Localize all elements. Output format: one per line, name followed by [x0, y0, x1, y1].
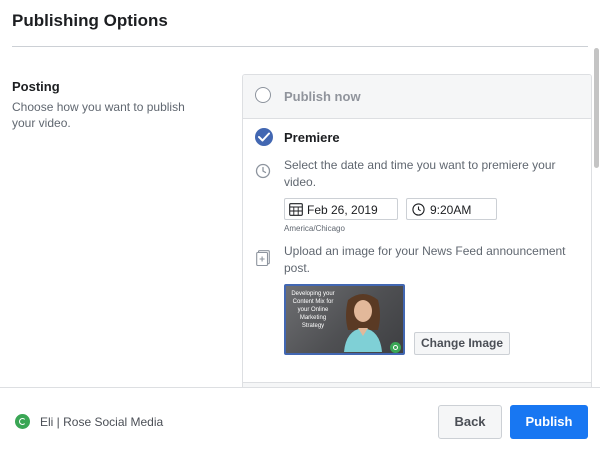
dialog-title: Publishing Options: [12, 11, 168, 30]
timezone-label: America/Chicago: [284, 224, 345, 233]
premiere-label: Premiere: [284, 130, 340, 145]
publish-now-radio[interactable]: [255, 87, 271, 103]
page-name: Eli | Rose Social Media: [40, 415, 164, 429]
person-photo: [338, 292, 388, 353]
upload-description: Upload an image for your News Feed annou…: [284, 244, 566, 275]
date-description: Select the date and time you want to pre…: [284, 158, 556, 189]
back-button[interactable]: Back: [438, 405, 502, 439]
date-picker[interactable]: Feb 26, 2019: [284, 198, 398, 220]
title-divider: [12, 46, 588, 47]
check-icon[interactable]: [255, 128, 273, 146]
option-publish-now[interactable]: Publish now: [243, 75, 591, 119]
posting-description: Choose how you want to publish your vide…: [12, 100, 185, 130]
upload-image-icon: [256, 250, 270, 271]
publishing-options-panel: Publish now Premiere Select the date and…: [242, 74, 592, 416]
time-clock-icon: [412, 203, 425, 221]
calendar-icon: [289, 203, 303, 221]
thumbnail-text: Developing your Content Mix for your Onl…: [291, 291, 335, 329]
scrollbar[interactable]: [594, 48, 599, 168]
dialog-footer: Eli | Rose Social Media Back Publish: [0, 387, 600, 449]
posting-label: Posting: [12, 79, 60, 94]
publish-now-label: Publish now: [284, 89, 361, 104]
change-image-button[interactable]: Change Image: [414, 332, 510, 355]
page-logo-icon: [15, 414, 30, 429]
announcement-thumbnail[interactable]: Developing your Content Mix for your Onl…: [284, 284, 405, 355]
time-picker[interactable]: 9:20AM: [406, 198, 497, 220]
date-value: Feb 26, 2019: [307, 203, 378, 217]
time-value: 9:20AM: [430, 203, 472, 217]
clock-icon: [255, 163, 271, 184]
publish-button[interactable]: Publish: [510, 405, 588, 439]
thumbnail-logo-icon: [390, 342, 401, 353]
